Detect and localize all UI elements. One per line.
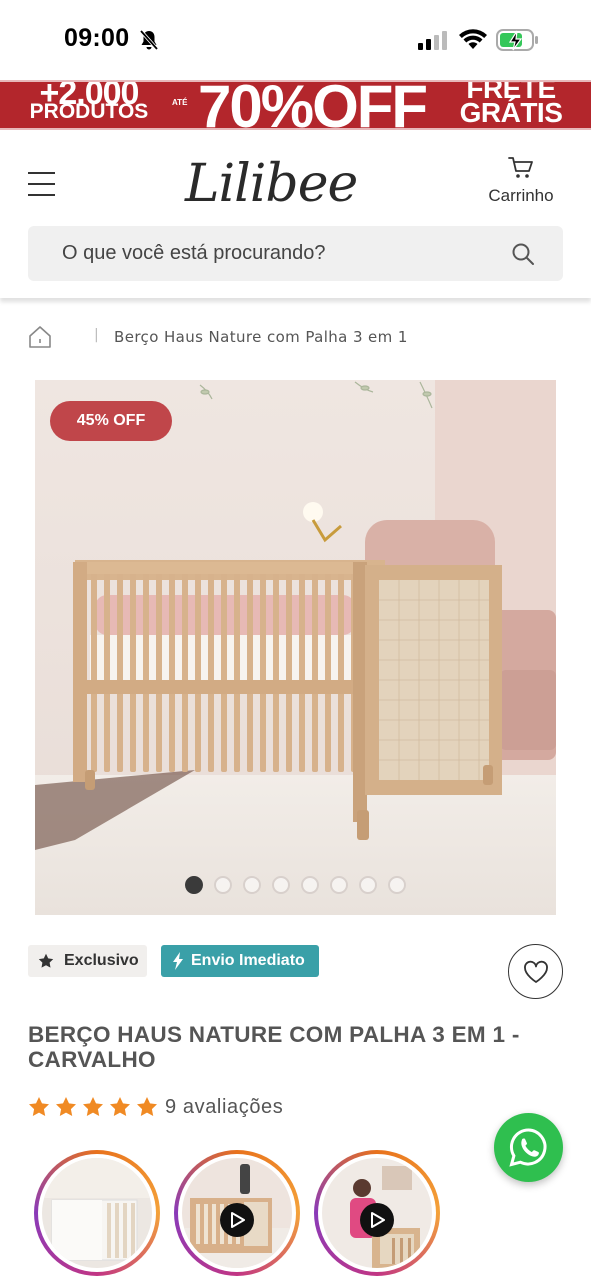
- product-image: [35, 380, 556, 915]
- promo-products-label: PRODUTOS: [29, 100, 149, 123]
- search-input[interactable]: O que você está procurando?: [28, 226, 563, 281]
- rating-star-icon: [29, 1097, 49, 1116]
- crib-slat: [286, 572, 292, 772]
- exclusive-tag: Exclusivo: [28, 945, 147, 977]
- site-header: Lilibee Carrinho O que você está procura…: [0, 130, 591, 298]
- crib-slat: [273, 572, 279, 772]
- story-video-2[interactable]: [174, 1150, 300, 1276]
- lightning-icon: [173, 952, 183, 970]
- story-ring: [318, 1154, 436, 1272]
- exclusive-tag-label: Exclusivo: [64, 952, 139, 969]
- breadcrumb-separator: |: [94, 327, 99, 343]
- cellular-signal-icon: [418, 31, 447, 50]
- crib-slat: [234, 572, 240, 772]
- crib-slat: [299, 572, 305, 772]
- gallery-dot[interactable]: [214, 876, 232, 894]
- play-button[interactable]: [220, 1203, 254, 1237]
- promo-free-shipping: FRETE GRÁTIS: [452, 82, 570, 128]
- story-video-1[interactable]: [34, 1150, 160, 1276]
- crib-slat: [312, 572, 318, 772]
- menu-icon-bar: [28, 172, 55, 174]
- rating-star-icon: [110, 1097, 130, 1116]
- rating-star-icon: [137, 1097, 157, 1116]
- story-thumbnail: [182, 1158, 292, 1268]
- breadcrumb-current: Berço Haus Nature com Palha 3 em 1: [114, 328, 408, 346]
- crib-slat: [260, 572, 266, 772]
- crib-slat: [169, 572, 175, 772]
- story-ring: [38, 1154, 156, 1272]
- promo-headline: 70%OFF: [198, 80, 428, 130]
- heart-icon: [524, 960, 548, 983]
- play-button[interactable]: [360, 1203, 394, 1237]
- home-icon[interactable]: [28, 325, 52, 349]
- play-icon: [371, 1212, 385, 1228]
- product-title: BERÇO HAUS NATURE COM PALHA 3 EM 1 - CAR…: [28, 1022, 520, 1072]
- crib-slat: [117, 572, 123, 772]
- gallery-dot[interactable]: [185, 876, 203, 894]
- crib-slat: [208, 572, 214, 772]
- crib-slat: [91, 572, 97, 772]
- gallery-dot[interactable]: [330, 876, 348, 894]
- star-icon: [38, 953, 54, 968]
- crib-slat: [325, 572, 331, 772]
- gallery-dot[interactable]: [243, 876, 261, 894]
- product-rating[interactable]: 9 avaliações: [28, 1096, 328, 1120]
- promo-ate: ATÉ: [172, 98, 188, 107]
- promo-banner[interactable]: +2.000 PRODUTOS ATÉ 70%OFF FRETE GRÁTIS: [0, 80, 591, 130]
- cart-button[interactable]: Carrinho: [484, 156, 558, 206]
- crib-slat: [130, 572, 136, 772]
- express-shipping-tag: Envio Imediato: [161, 945, 319, 977]
- gallery-dot[interactable]: [359, 876, 377, 894]
- search-placeholder: O que você está procurando?: [62, 242, 326, 264]
- gallery-dot[interactable]: [272, 876, 290, 894]
- status-bar: 09:00: [0, 0, 591, 80]
- crib-slat: [104, 572, 110, 772]
- story-video-3[interactable]: [314, 1150, 440, 1276]
- wifi-icon: [459, 29, 487, 49]
- favorite-button[interactable]: [508, 944, 563, 999]
- crib-slat: [182, 572, 188, 772]
- crib-slat: [195, 572, 201, 772]
- product-image-gallery[interactable]: 45% OFF: [35, 380, 556, 915]
- crib-slat: [247, 572, 253, 772]
- status-time: 09:00: [64, 24, 130, 52]
- battery-charging-icon: [496, 29, 538, 51]
- gallery-dot[interactable]: [301, 876, 319, 894]
- promo-products: +2.000 PRODUTOS: [24, 82, 154, 123]
- story-thumbnail: [42, 1158, 152, 1268]
- play-icon: [231, 1212, 245, 1228]
- rating-star-icon: [83, 1097, 103, 1116]
- breadcrumb: | Berço Haus Nature com Palha 3 em 1: [28, 324, 568, 352]
- cart-label: Carrinho: [488, 186, 554, 205]
- menu-icon-bar: [28, 194, 55, 196]
- crib-slat: [338, 572, 344, 772]
- crib-slat: [221, 572, 227, 772]
- menu-icon-bar: [28, 183, 55, 185]
- gallery-dot[interactable]: [388, 876, 406, 894]
- story-thumbnail: [322, 1158, 432, 1268]
- whatsapp-icon: [509, 1128, 547, 1167]
- crib-slat: [156, 572, 162, 772]
- discount-badge: 45% OFF: [50, 401, 172, 441]
- search-icon[interactable]: [511, 242, 535, 266]
- crib-slat: [143, 572, 149, 772]
- hamburger-menu-button[interactable]: [28, 172, 56, 198]
- brand-logo[interactable]: Lilibee: [185, 154, 358, 214]
- rating-star-icon: [56, 1097, 76, 1116]
- reviews-count-link[interactable]: 9 avaliações: [165, 1096, 283, 1119]
- bell-muted-icon: [139, 29, 159, 51]
- whatsapp-chat-button[interactable]: [494, 1113, 563, 1182]
- story-ring: [178, 1154, 296, 1272]
- promo-free-shipping-line2: GRÁTIS: [459, 97, 563, 128]
- express-shipping-label: Envio Imediato: [191, 952, 305, 969]
- cart-icon: [508, 157, 533, 178]
- story-thumbnail-image: [42, 1158, 152, 1268]
